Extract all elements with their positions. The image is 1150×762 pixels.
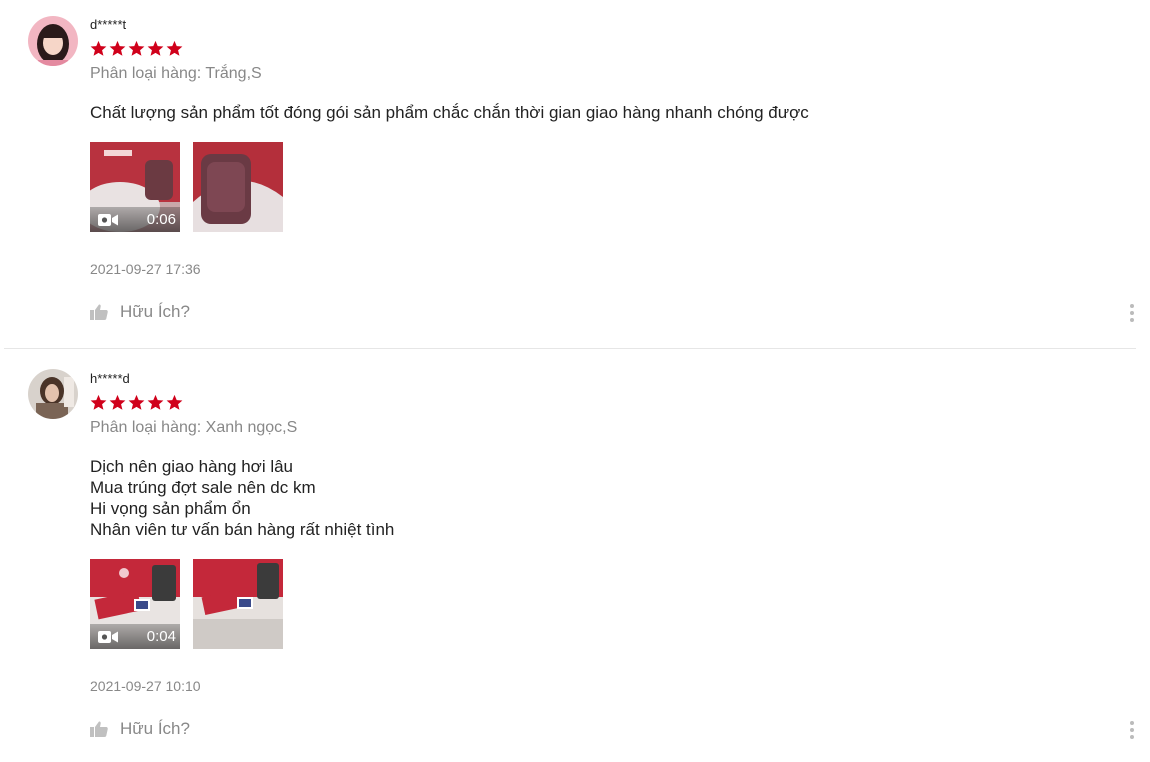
review-timestamp: 2021-09-27 10:10 xyxy=(90,678,201,694)
star-icon xyxy=(90,394,107,410)
video-camera-icon xyxy=(98,214,118,226)
star-icon xyxy=(90,40,107,56)
more-options-icon[interactable] xyxy=(1128,719,1136,739)
video-thumbnail[interactable]: 0:04 xyxy=(90,559,180,649)
image-thumbnail[interactable] xyxy=(193,559,283,649)
thumbs-up-icon xyxy=(90,304,108,320)
review-comment: Chất lượng sản phẩm tốt đóng gói sản phẩ… xyxy=(90,103,809,122)
video-duration: 0:06 xyxy=(146,211,176,228)
helpful-label: Hữu Ích? xyxy=(120,302,190,321)
star-icon xyxy=(109,40,126,56)
avatar[interactable] xyxy=(28,369,78,419)
review-media: 0:06 xyxy=(90,142,283,232)
review-comment: Dịch nên giao hàng hơi lâu Mua trúng đợt… xyxy=(90,457,395,539)
star-icon xyxy=(147,394,164,410)
star-icon xyxy=(109,394,126,410)
star-icon xyxy=(128,394,145,410)
thumbs-up-icon xyxy=(90,721,108,737)
helpful-button[interactable]: Hữu Ích? xyxy=(90,302,190,322)
avatar[interactable] xyxy=(28,16,78,66)
product-variation: Phân loại hàng: Xanh ngọc,S xyxy=(90,419,298,436)
username: h*****d xyxy=(90,371,130,386)
username: d*****t xyxy=(90,17,127,32)
rating-stars xyxy=(90,40,183,57)
star-icon xyxy=(166,394,183,410)
helpful-button[interactable]: Hữu Ích? xyxy=(90,719,190,739)
star-icon xyxy=(128,40,145,56)
review-item: d*****t Phân loại hàng: Trắng,S Chất lượ… xyxy=(4,0,1136,349)
product-variation: Phân loại hàng: Trắng,S xyxy=(90,65,262,82)
image-thumbnail[interactable] xyxy=(193,142,283,232)
review-timestamp: 2021-09-27 17:36 xyxy=(90,261,201,277)
star-icon xyxy=(147,40,164,56)
video-duration: 0:04 xyxy=(146,628,176,645)
helpful-label: Hữu Ích? xyxy=(120,719,190,738)
review-item: h*****d Phân loại hàng: Xanh ngọc,S Dịch… xyxy=(4,349,1136,761)
video-thumbnail[interactable]: 0:06 xyxy=(90,142,180,232)
star-icon xyxy=(166,40,183,56)
more-options-icon[interactable] xyxy=(1128,302,1136,322)
rating-stars xyxy=(90,394,183,411)
review-media: 0:04 xyxy=(90,559,283,649)
video-camera-icon xyxy=(98,631,118,643)
